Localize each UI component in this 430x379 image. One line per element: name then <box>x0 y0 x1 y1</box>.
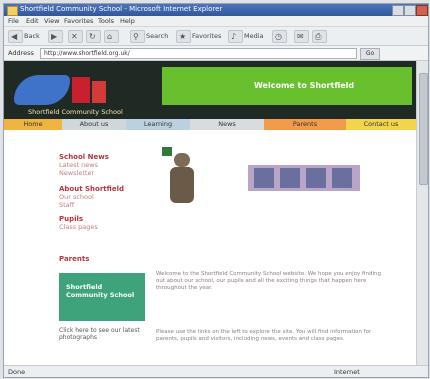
nav-about[interactable]: About us <box>62 119 126 130</box>
sidebar-heading: Pupils <box>59 215 84 223</box>
nav-learning[interactable]: Learning <box>126 119 190 130</box>
stop-button[interactable]: ✕ <box>68 30 83 43</box>
menu-tools[interactable]: Tools <box>98 17 114 25</box>
address-label: Address <box>8 49 34 57</box>
back-button[interactable]: ◀ <box>8 30 23 43</box>
sidebar-section-pupils: Pupils Class pages <box>59 215 139 231</box>
intro-paragraph: Welcome to the Shortfield Community Scho… <box>156 271 382 291</box>
site-tagline: Shortfield Community School <box>28 108 123 116</box>
refresh-button[interactable]: ↻ <box>86 30 101 43</box>
minimize-button[interactable] <box>392 5 404 16</box>
status-text: Done <box>8 368 26 376</box>
photo-thumbnail <box>280 168 300 188</box>
sidebar-section-parents: Parents <box>59 255 139 263</box>
stop-icon: ✕ <box>71 32 78 41</box>
window-title: Shortfield Community School - Microsoft … <box>20 5 223 13</box>
mascot-body <box>170 167 194 203</box>
site-banner: Welcome to Shortfield Shortfield Communi… <box>4 61 416 119</box>
address-input[interactable]: http://www.shortfield.org.uk/ <box>40 48 357 59</box>
menu-favorites[interactable]: Favorites <box>64 17 93 25</box>
home-icon: ⌂ <box>107 32 113 41</box>
star-icon: ★ <box>179 32 187 41</box>
scrollbar-thumb[interactable] <box>419 73 428 185</box>
sidebar-link[interactable]: Newsletter <box>59 169 139 177</box>
back-label: Back <box>24 32 40 40</box>
status-bar: Done Internet <box>4 365 428 377</box>
nav-news[interactable]: News <box>190 119 264 130</box>
sidebar-link[interactable]: Class pages <box>59 223 139 231</box>
sidebar-link[interactable]: Latest news <box>59 161 139 169</box>
nav-bar: Home About us Learning News Parents Cont… <box>4 119 416 130</box>
banner-text: Welcome to Shortfield <box>254 81 355 90</box>
refresh-icon: ↻ <box>89 32 96 41</box>
maximize-button[interactable] <box>404 5 416 16</box>
browser-icon <box>7 6 18 16</box>
logo-red-shape-2 <box>92 81 106 103</box>
nav-parents[interactable]: Parents <box>264 119 346 130</box>
back-arrow-icon: ◀ <box>11 32 18 41</box>
feature-box-text: Shortfield Community School <box>66 283 135 299</box>
photo-thumbnail <box>254 168 274 188</box>
sidebar-heading: About Shortfield <box>59 185 124 193</box>
go-button[interactable]: Go <box>360 48 380 60</box>
media-label: Media <box>244 32 264 40</box>
nav-home[interactable]: Home <box>4 119 62 130</box>
sidebar-link[interactable]: Our school <box>59 193 139 201</box>
mail-button[interactable]: ✉ <box>294 30 309 43</box>
sidebar-section-news: School News Latest news Newsletter <box>59 153 139 177</box>
logo-blue-shape <box>14 75 70 105</box>
home-button[interactable]: ⌂ <box>104 30 119 43</box>
search-icon: ⚲ <box>133 32 139 41</box>
page-viewport: Welcome to Shortfield Shortfield Communi… <box>4 61 416 365</box>
photo-thumbnail <box>306 168 326 188</box>
mascot-flag <box>162 147 172 156</box>
favorites-button[interactable]: ★ <box>176 30 191 43</box>
banner-green-panel: Welcome to Shortfield <box>162 67 412 105</box>
toolbar: ◀ Back ▶ ✕ ↻ ⌂ ⚲ Search ★ Favorites ♪ Me… <box>4 27 428 46</box>
history-button[interactable]: ◷ <box>272 30 287 43</box>
search-label: Search <box>146 32 169 40</box>
forward-button[interactable]: ▶ <box>48 30 63 43</box>
school-logo[interactable] <box>14 67 106 109</box>
menu-bar: File Edit View Favorites Tools Help <box>4 16 428 27</box>
history-icon: ◷ <box>275 32 282 41</box>
search-button[interactable]: ⚲ <box>130 30 145 43</box>
forward-arrow-icon: ▶ <box>51 32 58 41</box>
vertical-scrollbar[interactable] <box>416 61 428 365</box>
photo-thumbnail <box>332 168 352 188</box>
nav-contact[interactable]: Contact us <box>346 119 416 130</box>
second-paragraph: Please use the links on the left to expl… <box>156 329 372 342</box>
sidebar-section-about: About Shortfield Our school Staff <box>59 185 139 209</box>
security-zone: Internet <box>334 368 360 376</box>
mascot-image <box>162 147 202 207</box>
photo-strip[interactable] <box>248 165 360 191</box>
print-button[interactable]: ⎙ <box>312 30 327 43</box>
mascot-head <box>174 153 190 167</box>
menu-help[interactable]: Help <box>120 17 135 25</box>
menu-edit[interactable]: Edit <box>26 17 39 25</box>
logo-red-shape <box>72 77 90 103</box>
sidebar-heading: Parents <box>59 255 90 263</box>
title-bar: Shortfield Community School - Microsoft … <box>4 4 428 16</box>
browser-window: Shortfield Community School - Microsoft … <box>3 3 429 378</box>
sidebar-heading: School News <box>59 153 109 161</box>
menu-file[interactable]: File <box>8 17 19 25</box>
media-button[interactable]: ♪ <box>228 30 243 43</box>
mail-icon: ✉ <box>297 32 304 41</box>
print-icon: ⎙ <box>315 32 322 41</box>
media-icon: ♪ <box>231 32 237 41</box>
sidebar-link[interactable]: Staff <box>59 201 139 209</box>
close-button[interactable] <box>416 5 428 16</box>
menu-view[interactable]: View <box>44 17 59 25</box>
address-bar: Address http://www.shortfield.org.uk/ Go <box>4 46 428 61</box>
favorites-label: Favorites <box>192 32 222 40</box>
feature-caption[interactable]: Click here to see our latest photographs <box>59 327 145 341</box>
